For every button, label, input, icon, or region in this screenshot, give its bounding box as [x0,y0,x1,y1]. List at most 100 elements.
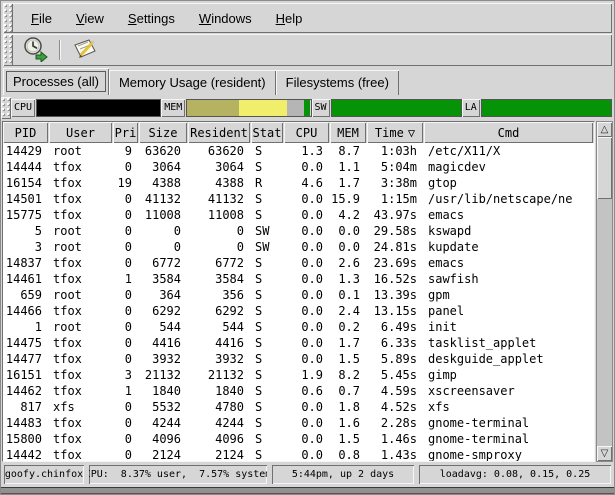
uptime-panel: 5:44pm, up 2 days [272,465,414,484]
meters-drag-handle[interactable] [1,97,11,119]
loadavg-meter-label[interactable]: LA [462,99,480,117]
process-row[interactable]: 14444 tfox 0 3064 3064 S 0.0 1.1 5:04m m… [3,159,594,175]
column-header-mem[interactable]: MEM [330,122,366,143]
cell-stat: S [251,351,284,367]
column-header-pid[interactable]: PID [3,122,48,143]
column-header-size[interactable]: Size [139,122,187,143]
mem-meter-label[interactable]: MEM [161,99,185,117]
cell-mem: 0.0 [330,239,367,255]
mem-cached-segment [287,100,304,116]
cell-cpu: 0.0 [284,447,330,461]
edit-note-button[interactable] [69,36,101,64]
column-header-cmd[interactable]: Cmd [424,122,593,143]
cell-size: 364 [139,287,188,303]
cell-size: 4096 [139,431,188,447]
cell-pid: 5 [3,223,49,239]
process-row[interactable]: 14477 tfox 0 3932 3932 S 0.0 1.5 5.89s d… [3,351,594,367]
cell-stat: S [251,399,284,415]
cell-mem: 1.5 [330,431,367,447]
cell-pid: 15800 [3,431,49,447]
scroll-up-icon: △ [601,124,609,135]
cell-time: 13.15s [367,303,424,319]
process-row[interactable]: 1 root 0 544 544 S 0.0 0.2 6.49s init [3,319,594,335]
cell-mem: 8.7 [330,143,367,159]
cell-cmd: gnome-terminal [424,431,594,447]
loadavg-meter-bar [481,99,612,117]
process-row[interactable]: 14462 tfox 1 1840 1840 S 0.6 0.7 4.59s x… [3,383,594,399]
cell-resident: 4096 [188,431,251,447]
process-row[interactable]: 14429 root 9 63620 63620 S 1.3 8.7 1:03h… [3,143,594,159]
menu-windows[interactable]: Windows [191,7,260,30]
cell-mem: 1.5 [330,351,367,367]
cell-mem: 1.3 [330,271,367,287]
cpu-meter-bar [36,99,161,117]
cell-pri: 0 [113,159,139,175]
column-header-stat[interactable]: Stat [251,122,283,143]
menubar-drag-handle[interactable] [3,3,13,33]
process-row[interactable]: 5 root 0 0 0 SW 0.0 0.0 29.58s kswapd [3,223,594,239]
scrollbar-thumb[interactable] [597,137,612,199]
process-row[interactable]: 659 root 0 364 356 S 0.0 0.1 13.39s gpm [3,287,594,303]
vertical-scrollbar[interactable]: △ ▽ [596,121,613,462]
process-row[interactable]: 14442 tfox 0 2124 2124 S 0.0 0.8 1.43s g… [3,447,594,461]
cell-mem: 0.7 [330,383,367,399]
process-row[interactable]: 16151 tfox 3 21132 21132 S 1.9 8.2 5.45s… [3,367,594,383]
column-header-time[interactable]: Time ▽ [367,122,423,143]
cell-cmd: gtop [424,175,594,191]
process-list-frame: PID User Pri Size Resident Stat CPU MEM … [2,121,595,462]
cell-pri: 0 [113,287,139,303]
cell-cmd: xfs [424,399,594,415]
process-row[interactable]: 14483 tfox 0 4244 4244 S 0.0 1.6 2.28s g… [3,415,594,431]
toolbar-drag-handle[interactable] [3,34,13,66]
cell-size: 544 [139,319,188,335]
column-header-user[interactable]: User [49,122,112,143]
scrollbar-trough[interactable] [597,199,612,446]
scroll-down-icon: ▽ [601,448,609,459]
menu-settings[interactable]: Settings [120,7,183,30]
cell-size: 2124 [139,447,188,461]
cell-stat: S [251,319,284,335]
scroll-up-button[interactable]: △ [597,122,612,137]
process-row[interactable]: 14466 tfox 0 6292 6292 S 0.0 2.4 13.15s … [3,303,594,319]
cell-stat: S [251,431,284,447]
menu-help[interactable]: Help [268,7,311,30]
scroll-down-button[interactable]: ▽ [597,446,612,461]
process-row[interactable]: 14837 tfox 0 6772 6772 S 0.0 2.6 23.69s … [3,255,594,271]
timer-refresh-button[interactable] [19,36,51,64]
cell-resident: 356 [188,287,251,303]
process-row[interactable]: 16154 tfox 19 4388 4388 R 4.6 1.7 3:38m … [3,175,594,191]
menu-view[interactable]: View [68,7,112,30]
process-row[interactable]: 15775 tfox 0 11008 11008 S 0.0 4.2 43.97… [3,207,594,223]
cell-stat: S [251,415,284,431]
tab-memory-usage[interactable]: Memory Usage (resident) [109,70,276,95]
cell-pri: 1 [113,271,139,287]
cell-pid: 14483 [3,415,49,431]
process-row[interactable]: 817 xfs 0 5532 4780 S 0.0 1.8 4.52s xfs [3,399,594,415]
cell-size: 4416 [139,335,188,351]
tab-filesystems[interactable]: Filesystems (free) [276,70,399,95]
cell-pid: 659 [3,287,49,303]
process-row[interactable]: 14501 tfox 0 41132 41132 S 0.0 15.9 1:15… [3,191,594,207]
cell-user: tfox [49,191,113,207]
process-row[interactable]: 15800 tfox 0 4096 4096 S 0.0 1.5 1.46s g… [3,431,594,447]
column-header-cpu[interactable]: CPU [284,122,329,143]
cell-time: 5.45s [367,367,424,383]
menu-items: File View Settings Windows Help [13,3,612,33]
swap-meter-bar [331,99,462,117]
column-header-resident[interactable]: Resident [188,122,250,143]
process-row[interactable]: 14461 tfox 1 3584 3584 S 0.0 1.3 16.52s … [3,271,594,287]
tab-processes[interactable]: Processes (all) [3,68,109,95]
menu-file[interactable]: File [23,7,60,30]
column-header-pri[interactable]: Pri [113,122,138,143]
process-row[interactable]: 14475 tfox 0 4416 4416 S 0.0 1.7 6.33s t… [3,335,594,351]
process-row[interactable]: 3 root 0 0 0 SW 0.0 0.0 24.81s kupdate [3,239,594,255]
cell-resident: 63620 [188,143,251,159]
swap-meter-label[interactable]: SW [312,99,330,117]
cell-cpu: 0.0 [284,159,330,175]
cell-stat: S [251,207,284,223]
cell-mem: 0.8 [330,447,367,461]
cpu-meter-label[interactable]: CPU [11,99,35,117]
hostname-panel: goofy.chinfox [4,465,84,484]
cell-cpu: 1.3 [284,143,330,159]
mem-free-segment [304,100,310,116]
